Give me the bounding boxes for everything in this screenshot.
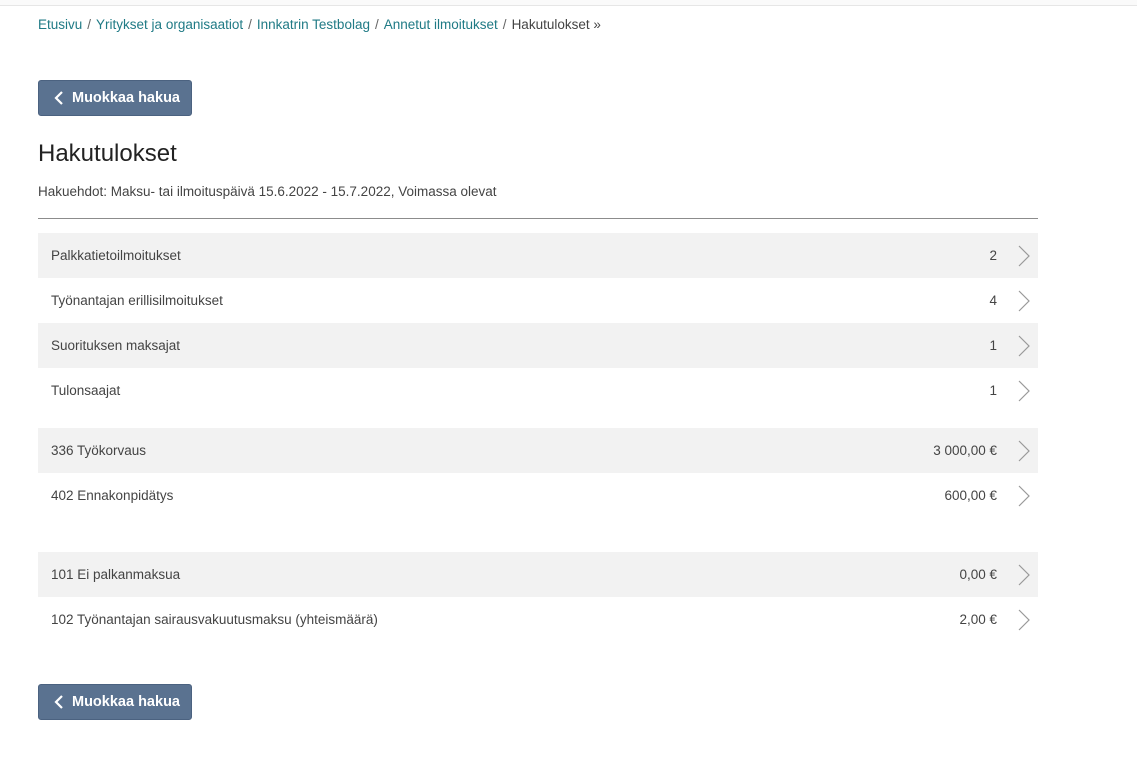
chevron-right-icon (1018, 609, 1030, 631)
page-title: Hakutulokset (38, 140, 177, 167)
row-value: 0,00 € (959, 567, 997, 582)
divider (38, 218, 1038, 219)
result-row-102[interactable]: 102 Työnantajan sairausvakuutusmaksu (yh… (38, 597, 1038, 642)
result-row-336[interactable]: 336 Työkorvaus 3 000,00 € (38, 428, 1038, 473)
row-label: 101 Ei palkanmaksua (51, 567, 181, 582)
edit-search-button-label: Muokkaa hakua (72, 90, 180, 106)
chevron-right-icon (1018, 564, 1030, 586)
breadcrumb-current: Hakutulokset » (511, 17, 601, 32)
result-row-employer-separate-reports[interactable]: Työnantajan erillisilmoitukset 4 (38, 278, 1038, 323)
row-label: Työnantajan erillisilmoitukset (51, 293, 223, 308)
chevron-left-icon (54, 695, 63, 709)
result-row-income-earners[interactable]: Tulonsaajat 1 (38, 368, 1038, 413)
row-value: 3 000,00 € (933, 443, 997, 458)
row-value: 1 (989, 338, 997, 353)
result-row-101[interactable]: 101 Ei palkanmaksua 0,00 € (38, 552, 1038, 597)
chevron-right-icon (1018, 290, 1030, 312)
chevron-left-icon (54, 91, 63, 105)
result-group-reports: Palkkatietoilmoitukset 2 Työnantajan eri… (38, 233, 1038, 413)
row-value: 4 (989, 293, 997, 308)
row-value: 600,00 € (944, 488, 997, 503)
edit-search-button-label: Muokkaa hakua (72, 694, 180, 710)
row-value: 2,00 € (959, 612, 997, 627)
result-row-payroll-reports[interactable]: Palkkatietoilmoitukset 2 (38, 233, 1038, 278)
result-row-402[interactable]: 402 Ennakonpidätys 600,00 € (38, 473, 1038, 518)
breadcrumb-separator: / (502, 17, 507, 32)
edit-search-button-bottom[interactable]: Muokkaa hakua (38, 684, 192, 720)
chevron-right-icon (1018, 380, 1030, 402)
row-value: 2 (989, 248, 997, 263)
row-label: 402 Ennakonpidätys (51, 488, 174, 503)
edit-search-button[interactable]: Muokkaa hakua (38, 80, 192, 116)
breadcrumb: Etusivu / Yritykset ja organisaatiot / Innka… (38, 17, 601, 32)
chevron-right-icon (1018, 335, 1030, 357)
result-group-employer-types: 101 Ei palkanmaksua 0,00 € 102 Työnantaj… (38, 552, 1038, 642)
row-label: 336 Työkorvaus (51, 443, 147, 458)
breadcrumb-link-company[interactable]: Innkatrin Testbolag (257, 17, 370, 32)
row-label: Palkkatietoilmoitukset (51, 248, 181, 263)
breadcrumb-separator: / (87, 17, 92, 32)
breadcrumb-link-home[interactable]: Etusivu (38, 17, 82, 32)
chevron-right-icon (1018, 485, 1030, 507)
breadcrumb-separator: / (248, 17, 252, 32)
chevron-right-icon (1018, 245, 1030, 267)
row-label: Suorituksen maksajat (51, 338, 181, 353)
breadcrumb-link-submitted-reports[interactable]: Annetut ilmoitukset (384, 17, 498, 32)
row-label: 102 Työnantajan sairausvakuutusmaksu (yh… (51, 612, 378, 627)
row-value: 1 (989, 383, 997, 398)
chevron-right-icon (1018, 440, 1030, 462)
row-label: Tulonsaajat (51, 383, 121, 398)
breadcrumb-link-companies[interactable]: Yritykset ja organisaatiot (96, 17, 243, 32)
result-group-income-types: 336 Työkorvaus 3 000,00 € 402 Ennakonpid… (38, 428, 1038, 518)
breadcrumb-separator: / (374, 17, 379, 32)
search-criteria: Hakuehdot: Maksu- tai ilmoituspäivä 15.6… (38, 184, 497, 199)
result-row-payers[interactable]: Suorituksen maksajat 1 (38, 323, 1038, 368)
top-border (0, 0, 1137, 6)
